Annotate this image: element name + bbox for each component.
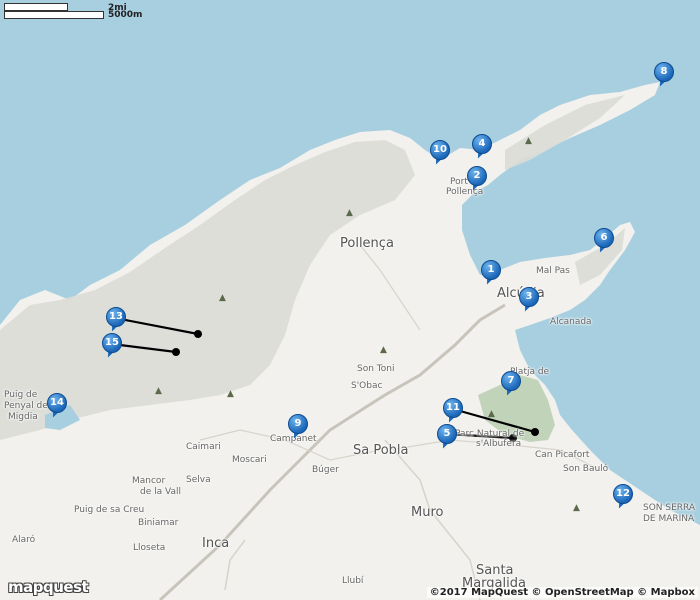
map-pin-7[interactable]: 7 — [501, 371, 521, 398]
pin-5-label: 5 — [437, 424, 457, 444]
map-pin-2[interactable]: 2 — [467, 166, 487, 193]
map-pin-3[interactable]: 3 — [519, 287, 539, 314]
park-icon: ▲ — [219, 293, 226, 303]
place-buger: Búger — [312, 465, 339, 475]
pin-7-label: 7 — [501, 371, 521, 391]
place-can-picafort: Can Picafort — [535, 450, 590, 460]
place-parc-natural-2: s'Albufera — [476, 439, 522, 449]
map-pin-12[interactable]: 12 — [613, 484, 633, 511]
map-canvas[interactable]: 2mi 5000m ▲ ▲ ▲ ▲ ▲ ▲ ▲ ▲ Pollença Port … — [0, 0, 700, 600]
place-mancor: Mancor — [132, 476, 166, 486]
map-pin-6[interactable]: 6 — [594, 228, 614, 255]
park-icon: ▲ — [573, 503, 580, 513]
place-parc-natural: Parc Natural de — [455, 429, 525, 439]
park-icon: ▲ — [346, 208, 353, 218]
mapquest-logo[interactable]: mapquest — [8, 578, 89, 596]
pin-4-label: 4 — [472, 134, 492, 154]
place-mancor-2: de la Vall — [140, 487, 181, 497]
map-pin-11[interactable]: 11 — [443, 398, 463, 425]
pin-12-label: 12 — [613, 484, 633, 504]
place-caimari: Caimari — [186, 442, 221, 452]
park-icon: ▲ — [227, 389, 234, 399]
scale-bar-miles — [4, 3, 68, 11]
pin-2-label: 2 — [467, 166, 487, 186]
place-puig-de-3: Migdia — [8, 412, 38, 422]
place-biniamar: Biniamar — [138, 518, 179, 528]
pin-11-label: 11 — [443, 398, 463, 418]
place-inca: Inca — [202, 536, 230, 551]
place-son-toni: Son Toni — [357, 364, 395, 374]
place-puig-de: Puig de — [4, 390, 38, 400]
pin-1-label: 1 — [481, 260, 501, 280]
place-s-obac: S'Obac — [351, 381, 383, 391]
place-puig-de-sa-creu: Puig de sa Creu — [74, 505, 145, 515]
place-muro: Muro — [411, 505, 444, 520]
scale-bar-km — [4, 11, 104, 19]
place-alaro: Alaró — [12, 535, 36, 545]
scale-km-label: 5000m — [108, 10, 143, 20]
map-pin-1[interactable]: 1 — [481, 260, 501, 287]
map-pin-10[interactable]: 10 — [430, 140, 450, 167]
pin-8-label: 8 — [654, 62, 674, 82]
map-pin-15[interactable]: 15 — [102, 333, 122, 360]
place-son-baulo: Son Bauló — [563, 464, 609, 474]
place-puig-de-2: Penyal de — [4, 401, 48, 411]
park-icon: ▲ — [380, 345, 387, 355]
map-pin-5[interactable]: 5 — [437, 424, 457, 451]
map-pin-9[interactable]: 9 — [288, 414, 308, 441]
place-lloseta: Lloseta — [133, 543, 166, 553]
place-son-serra-2: DE MARINA — [643, 514, 695, 524]
map-attribution[interactable]: ©2017 MapQuest © OpenStreetMap © Mapbox — [426, 587, 698, 598]
place-pollenca: Pollença — [340, 236, 394, 251]
place-llubi: Llubí — [342, 576, 364, 586]
map-pin-14[interactable]: 14 — [47, 393, 67, 420]
park-icon: ▲ — [488, 409, 495, 419]
pin-10-label: 10 — [430, 140, 450, 160]
map-pin-8[interactable]: 8 — [654, 62, 674, 89]
place-port-pollenca: Port — [450, 177, 468, 187]
place-son-serra: SON SERRA — [643, 503, 696, 513]
place-moscari: Moscari — [232, 455, 267, 465]
pin-6-label: 6 — [594, 228, 614, 248]
park-icon: ▲ — [155, 386, 162, 396]
pin-13-label: 13 — [106, 307, 126, 327]
place-selva: Selva — [186, 475, 211, 485]
place-alcanada: Alcanada — [550, 317, 592, 327]
map-pin-4[interactable]: 4 — [472, 134, 492, 161]
map-pin-13[interactable]: 13 — [106, 307, 126, 334]
pin-9-label: 9 — [288, 414, 308, 434]
place-mal-pas: Mal Pas — [536, 266, 570, 276]
pin-3-label: 3 — [519, 287, 539, 307]
pin-14-label: 14 — [47, 393, 67, 413]
park-icon: ▲ — [525, 136, 532, 146]
pin-15-label: 15 — [102, 333, 122, 353]
place-sa-pobla: Sa Pobla — [353, 443, 409, 458]
